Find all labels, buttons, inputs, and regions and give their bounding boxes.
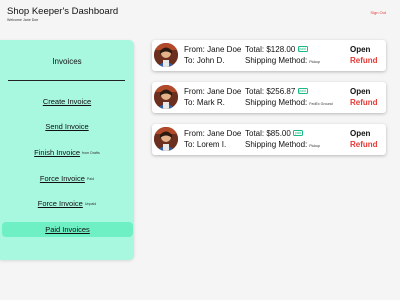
refund-invoice-button[interactable]: Refund	[350, 140, 378, 149]
page-header: Shop Keeper's Dashboard Welcome Jane Doe	[7, 6, 118, 23]
nav-force-invoice-paid[interactable]: Force Invoice Paid	[0, 171, 134, 186]
invoice-to: To: Mark R.	[184, 98, 225, 107]
invoice-card: From: Jane Doe To: Lorem I. Total: $85.0…	[152, 124, 386, 155]
invoice-shipping: Shipping Method: FedEx Ground	[245, 98, 333, 109]
sign-out-link[interactable]: Sign Out	[370, 10, 386, 15]
invoice-total: Total: $128.00 paid	[245, 45, 308, 54]
paid-status-badge: paid	[297, 46, 308, 53]
nav-paid-invoices[interactable]: Paid Invoices	[2, 222, 133, 237]
shipping-method: FedEx Ground	[309, 102, 333, 106]
invoice-from: From: Jane Doe	[184, 87, 242, 96]
sidebar: Invoices Create Invoice Send Invoice Fin…	[0, 40, 134, 260]
shipping-label: Shipping Method:	[245, 56, 308, 65]
nav-force-invoice-paid-label: Force Invoice	[39, 174, 85, 183]
invoice-to: To: Lorem I.	[184, 140, 227, 149]
nav-force-invoice-unpaid-sub: Unpaid	[84, 201, 97, 206]
user-avatar-icon	[154, 85, 178, 109]
invoice-shipping: Shipping Method: Pickup	[245, 140, 320, 151]
invoice-from: From: Jane Doe	[184, 45, 242, 54]
nav-send-invoice-label: Send Invoice	[45, 122, 89, 131]
invoice-shipping: Shipping Method: Pickup	[245, 56, 320, 67]
nav-finish-invoice-label: Finish Invoice	[34, 148, 81, 157]
invoice-card: From: Jane Doe To: Mark R. Total: $256.8…	[152, 82, 386, 113]
welcome-text: Welcome Jane Doe	[7, 18, 39, 22]
refund-invoice-button[interactable]: Refund	[350, 56, 378, 65]
sidebar-divider	[8, 80, 125, 81]
nav-force-invoice-unpaid[interactable]: Force Invoice Unpaid	[0, 196, 134, 211]
page-title: Shop Keeper's Dashboard	[7, 6, 119, 17]
nav-force-invoice-paid-sub: Paid	[86, 176, 95, 181]
nav-create-invoice-label: Create Invoice	[42, 97, 92, 106]
paid-status-badge: paid	[293, 130, 304, 137]
open-invoice-button[interactable]: Open	[350, 129, 370, 138]
open-invoice-button[interactable]: Open	[350, 45, 370, 54]
open-invoice-button[interactable]: Open	[350, 87, 370, 96]
user-avatar-icon	[154, 43, 178, 67]
nav-finish-invoice-sub: from Drafts	[82, 150, 100, 155]
invoice-total-value: Total: $85.00	[245, 129, 291, 138]
invoice-total: Total: $85.00 paid	[245, 129, 304, 138]
sidebar-title: Invoices	[52, 57, 82, 66]
nav-create-invoice[interactable]: Create Invoice	[0, 94, 134, 109]
shipping-method: Pickup	[309, 60, 321, 64]
nav-paid-invoices-label: Paid Invoices	[45, 225, 90, 234]
invoice-card: From: Jane Doe To: John D. Total: $128.0…	[152, 40, 386, 71]
paid-status-badge: paid	[297, 88, 308, 95]
invoice-total-value: Total: $256.87	[245, 87, 296, 96]
shipping-label: Shipping Method:	[245, 140, 308, 149]
invoice-total: Total: $256.87 paid	[245, 87, 308, 96]
user-avatar-icon	[154, 127, 178, 151]
invoice-total-value: Total: $128.00	[245, 45, 296, 54]
nav-finish-invoice[interactable]: Finish Invoice from Drafts	[0, 145, 134, 160]
shipping-label: Shipping Method:	[245, 98, 308, 107]
refund-invoice-button[interactable]: Refund	[350, 98, 378, 107]
nav-force-invoice-unpaid-label: Force Invoice	[37, 199, 83, 208]
invoice-to: To: John D.	[184, 56, 225, 65]
shipping-method: Pickup	[309, 144, 321, 148]
invoice-from: From: Jane Doe	[184, 129, 242, 138]
nav-send-invoice[interactable]: Send Invoice	[0, 119, 134, 134]
